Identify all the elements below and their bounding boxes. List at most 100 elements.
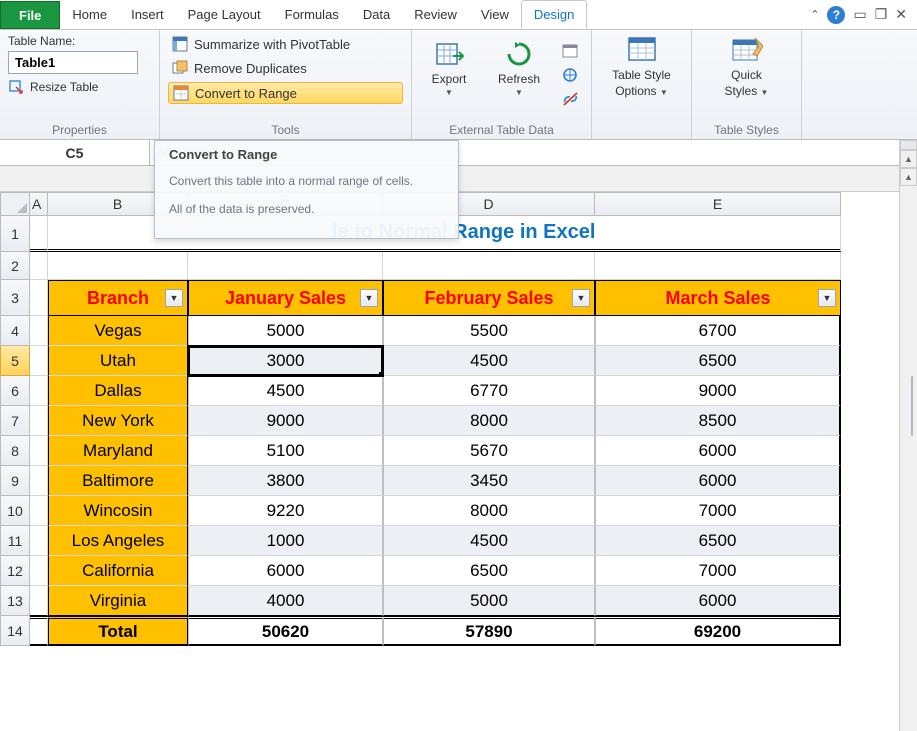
export-button[interactable]: Export ▼ bbox=[420, 38, 478, 97]
cell-D2[interactable] bbox=[383, 252, 595, 280]
name-box[interactable]: C5 bbox=[0, 140, 150, 165]
cell-C8[interactable]: 5100 bbox=[188, 436, 383, 466]
cell-E2[interactable] bbox=[595, 252, 841, 280]
cell-D10[interactable]: 8000 bbox=[383, 496, 595, 526]
tab-home[interactable]: Home bbox=[60, 0, 119, 29]
cell-branch-10[interactable]: Wincosin bbox=[48, 496, 188, 526]
scroll-thumb[interactable] bbox=[911, 376, 913, 436]
cell-C9[interactable]: 3800 bbox=[188, 466, 383, 496]
cell-total-label[interactable]: Total bbox=[48, 616, 188, 646]
col-header-E[interactable]: E bbox=[595, 192, 841, 216]
row-header-6[interactable]: 6 bbox=[0, 376, 30, 406]
cell-C5[interactable]: 3000 bbox=[188, 346, 383, 376]
cell-C4[interactable]: 5000 bbox=[188, 316, 383, 346]
cell-C10[interactable]: 9220 bbox=[188, 496, 383, 526]
cell-D11[interactable]: 4500 bbox=[383, 526, 595, 556]
table-header-january[interactable]: January Sales ▼ bbox=[188, 280, 383, 316]
cell-A1[interactable] bbox=[30, 216, 48, 252]
row-header-10[interactable]: 10 bbox=[0, 496, 30, 526]
remove-duplicates-button[interactable]: Remove Duplicates bbox=[168, 58, 403, 78]
row-header-12[interactable]: 12 bbox=[0, 556, 30, 586]
cell-branch-4[interactable]: Vegas bbox=[48, 316, 188, 346]
cell-E14[interactable]: 69200 bbox=[595, 616, 841, 646]
row-header-14[interactable]: 14 bbox=[0, 616, 30, 646]
cell-A8[interactable] bbox=[30, 436, 48, 466]
cell-E9[interactable]: 6000 bbox=[595, 466, 841, 496]
table-name-input[interactable] bbox=[8, 51, 138, 74]
tab-insert[interactable]: Insert bbox=[119, 0, 176, 29]
summarize-pivottable-button[interactable]: Summarize with PivotTable bbox=[168, 34, 403, 54]
tab-view[interactable]: View bbox=[469, 0, 521, 29]
cell-D6[interactable]: 6770 bbox=[383, 376, 595, 406]
cell-E4[interactable]: 6700 bbox=[595, 316, 841, 346]
cell-E12[interactable]: 7000 bbox=[595, 556, 841, 586]
cell-D14[interactable]: 57890 bbox=[383, 616, 595, 646]
vertical-scrollbar[interactable]: ▲ ▲ bbox=[899, 140, 917, 731]
ribbon-collapse-icon[interactable]: ⌃ bbox=[810, 8, 819, 21]
fill-handle[interactable] bbox=[379, 372, 383, 376]
cell-branch-7[interactable]: New York bbox=[48, 406, 188, 436]
properties-small-button[interactable] bbox=[560, 42, 582, 60]
cell-C2[interactable] bbox=[188, 252, 383, 280]
split-handle-top[interactable] bbox=[900, 140, 917, 150]
table-header-branch[interactable]: Branch ▼ bbox=[48, 280, 188, 316]
tab-formulas[interactable]: Formulas bbox=[273, 0, 351, 29]
row-header-1[interactable]: 1 bbox=[0, 216, 30, 252]
cell-E8[interactable]: 6000 bbox=[595, 436, 841, 466]
cell-B2[interactable] bbox=[48, 252, 188, 280]
close-icon[interactable]: ✕ bbox=[895, 6, 907, 23]
cell-branch-13[interactable]: Virginia bbox=[48, 586, 188, 616]
cell-branch-11[interactable]: Los Angeles bbox=[48, 526, 188, 556]
cell-branch-9[interactable]: Baltimore bbox=[48, 466, 188, 496]
filter-button-march[interactable]: ▼ bbox=[818, 289, 836, 307]
row-header-8[interactable]: 8 bbox=[0, 436, 30, 466]
filter-button-february[interactable]: ▼ bbox=[572, 289, 590, 307]
cell-D4[interactable]: 5500 bbox=[383, 316, 595, 346]
filter-button-branch[interactable]: ▼ bbox=[165, 289, 183, 307]
cell-C11[interactable]: 1000 bbox=[188, 526, 383, 556]
filter-button-january[interactable]: ▼ bbox=[360, 289, 378, 307]
select-all-corner[interactable] bbox=[0, 192, 30, 216]
minimize-icon[interactable]: ▭ bbox=[853, 6, 866, 23]
table-style-options-button[interactable]: Table Style Options ▼ bbox=[600, 34, 683, 98]
cell-A12[interactable] bbox=[30, 556, 48, 586]
table-header-february[interactable]: February Sales ▼ bbox=[383, 280, 595, 316]
cell-branch-12[interactable]: California bbox=[48, 556, 188, 586]
row-header-3[interactable]: 3 bbox=[0, 280, 30, 316]
tab-data[interactable]: Data bbox=[351, 0, 402, 29]
quick-styles-button[interactable]: Quick Styles ▼ bbox=[700, 34, 793, 98]
col-header-A[interactable]: A bbox=[30, 192, 48, 216]
cell-D5[interactable]: 4500 bbox=[383, 346, 595, 376]
cell-branch-8[interactable]: Maryland bbox=[48, 436, 188, 466]
refresh-button[interactable]: Refresh ▼ bbox=[490, 38, 548, 97]
cell-A9[interactable] bbox=[30, 466, 48, 496]
cell-A6[interactable] bbox=[30, 376, 48, 406]
resize-table-button[interactable]: Resize Table bbox=[8, 79, 151, 95]
cell-A5[interactable] bbox=[30, 346, 48, 376]
tab-page-layout[interactable]: Page Layout bbox=[176, 0, 273, 29]
help-icon[interactable]: ? bbox=[827, 6, 845, 24]
cell-E10[interactable]: 7000 bbox=[595, 496, 841, 526]
restore-icon[interactable]: ❐ bbox=[875, 6, 888, 23]
row-header-13[interactable]: 13 bbox=[0, 586, 30, 616]
cell-D12[interactable]: 6500 bbox=[383, 556, 595, 586]
cell-A2[interactable] bbox=[30, 252, 48, 280]
table-header-march[interactable]: March Sales ▼ bbox=[595, 280, 841, 316]
cell-E11[interactable]: 6500 bbox=[595, 526, 841, 556]
cell-C12[interactable]: 6000 bbox=[188, 556, 383, 586]
unlink-small-button[interactable] bbox=[560, 90, 582, 108]
cell-A11[interactable] bbox=[30, 526, 48, 556]
tab-design[interactable]: Design bbox=[521, 0, 587, 29]
convert-to-range-button[interactable]: Convert to Range bbox=[168, 82, 403, 104]
row-header-7[interactable]: 7 bbox=[0, 406, 30, 436]
cell-A7[interactable] bbox=[30, 406, 48, 436]
cell-D8[interactable]: 5670 bbox=[383, 436, 595, 466]
row-header-5[interactable]: 5 bbox=[0, 346, 30, 376]
cell-A10[interactable] bbox=[30, 496, 48, 526]
cell-E5[interactable]: 6500 bbox=[595, 346, 841, 376]
row-header-4[interactable]: 4 bbox=[0, 316, 30, 346]
row-header-2[interactable]: 2 bbox=[0, 252, 30, 280]
scroll-up-icon-2[interactable]: ▲ bbox=[900, 168, 917, 186]
cell-D7[interactable]: 8000 bbox=[383, 406, 595, 436]
cell-branch-5[interactable]: Utah bbox=[48, 346, 188, 376]
